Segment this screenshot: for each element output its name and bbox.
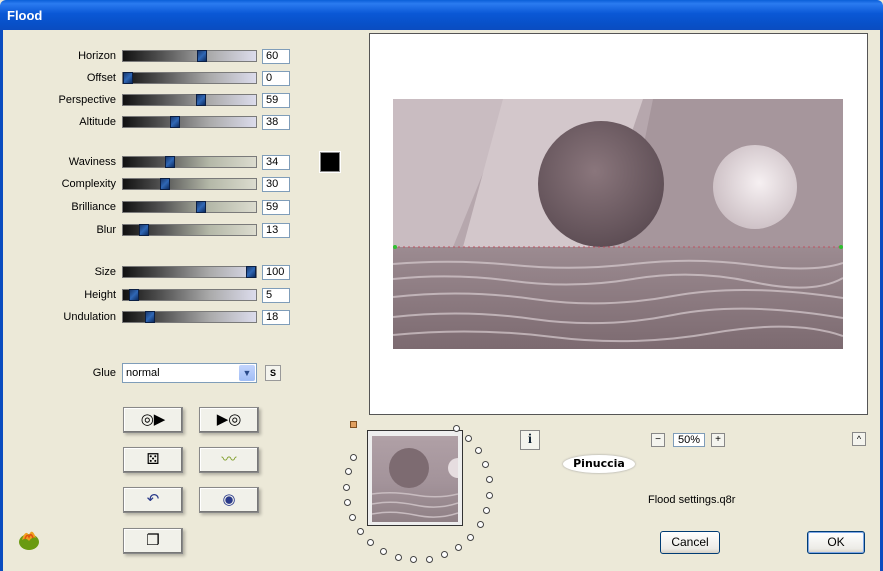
dial-dot[interactable]	[348, 514, 356, 522]
title-bar[interactable]: Flood	[0, 0, 883, 30]
complexity-slider[interactable]	[122, 178, 257, 190]
circle-icon: ◉	[222, 491, 236, 508]
size-slider[interactable]	[122, 266, 257, 278]
dial-dot[interactable]	[342, 483, 350, 491]
waviness-value-field[interactable]: 34	[262, 155, 290, 170]
dial-dot[interactable]	[486, 491, 494, 499]
altitude-value-field[interactable]: 38	[262, 115, 290, 130]
complexity-label: Complexity	[61, 178, 116, 190]
perspective-value-field[interactable]: 59	[262, 93, 290, 108]
dice-icon: ⚄	[146, 451, 160, 468]
blur-label: Blur	[96, 224, 116, 236]
glue-s-button[interactable]: S	[265, 365, 281, 381]
dial-dot[interactable]	[475, 447, 483, 455]
dial-dot[interactable]	[356, 527, 364, 535]
brilliance-value-field[interactable]: 59	[262, 200, 290, 215]
horizon-value-field[interactable]: 60	[262, 49, 290, 64]
preview-image[interactable]	[393, 99, 843, 349]
dial-dot[interactable]	[482, 460, 490, 468]
navigator-marker[interactable]	[350, 421, 357, 428]
altitude-slider[interactable]	[122, 116, 257, 128]
dial-dot[interactable]	[350, 453, 358, 461]
undulation-slider[interactable]	[122, 311, 257, 323]
dial-dot[interactable]	[465, 434, 473, 442]
horizon-slider-thumb[interactable]	[196, 50, 207, 62]
blur-slider[interactable]	[122, 224, 257, 236]
dial-dot[interactable]	[452, 425, 460, 433]
waviness-label: Waviness	[68, 156, 116, 168]
size-label: Size	[94, 266, 116, 278]
dial-dot[interactable]	[394, 553, 402, 561]
undulation-label: Undulation	[63, 311, 116, 323]
brilliance-slider-thumb[interactable]	[195, 201, 206, 213]
color-swatch[interactable]	[319, 151, 341, 173]
height-slider-thumb[interactable]	[129, 289, 140, 301]
perspective-slider-thumb[interactable]	[195, 94, 206, 106]
altitude-label: Altitude	[79, 116, 116, 128]
load-preset-button[interactable]: ◎▶	[123, 407, 183, 433]
glue-select[interactable]: normal ▼	[122, 363, 257, 383]
info-button[interactable]: i	[520, 430, 540, 450]
randomize-button[interactable]: ⚄	[123, 447, 183, 473]
copy-icon: ❐	[146, 532, 160, 549]
undo-button[interactable]: ↶	[123, 487, 183, 513]
undulation-slider-thumb[interactable]	[145, 311, 156, 323]
offset-slider-thumb[interactable]	[123, 72, 133, 84]
size-value-field[interactable]: 100	[262, 265, 290, 280]
author-logo: Pinuccia	[563, 455, 635, 473]
zoom-level: 50%	[673, 433, 705, 447]
altitude-slider-thumb[interactable]	[169, 116, 180, 128]
save-preset-button[interactable]: ▶◎	[199, 407, 259, 433]
wave-button[interactable]: 〰	[199, 447, 259, 473]
copy-button[interactable]: ❐	[123, 528, 183, 554]
complexity-slider-thumb[interactable]	[159, 178, 170, 190]
blur-value-field[interactable]: 13	[262, 223, 290, 238]
zoom-in-button[interactable]: +	[711, 433, 725, 447]
brilliance-slider[interactable]	[122, 201, 257, 213]
undo-icon: ↶	[146, 491, 160, 508]
complexity-value-field[interactable]: 30	[262, 177, 290, 192]
collapse-button[interactable]: ^	[852, 432, 866, 446]
blur-slider-thumb[interactable]	[138, 224, 149, 236]
ok-button[interactable]: OK	[807, 531, 865, 554]
waviness-slider-thumb[interactable]	[164, 156, 175, 168]
perspective-slider[interactable]	[122, 94, 257, 106]
brilliance-label: Brilliance	[71, 201, 116, 213]
reset-button[interactable]: ◉	[199, 487, 259, 513]
size-slider-thumb[interactable]	[246, 266, 256, 278]
offset-label: Offset	[86, 72, 116, 84]
offset-slider[interactable]	[122, 72, 257, 84]
disc-play-icon: ◎▶	[140, 411, 166, 428]
app-logo-icon	[16, 526, 42, 552]
horizon-slider[interactable]	[122, 50, 257, 62]
height-label: Height	[84, 289, 116, 301]
dial-dot[interactable]	[476, 521, 484, 529]
settings-filename: Flood settings.q8r	[648, 494, 736, 506]
navigator-thumbnail[interactable]	[371, 436, 468, 522]
dial-dot[interactable]	[426, 555, 434, 563]
dial-dot[interactable]	[485, 476, 493, 484]
height-value-field[interactable]: 5	[262, 288, 290, 303]
perspective-label: Perspective	[58, 94, 116, 106]
dial-dot[interactable]	[344, 468, 352, 476]
zoom-out-button[interactable]: −	[651, 433, 665, 447]
glue-value: normal	[126, 367, 160, 379]
play-disc-icon: ▶◎	[216, 411, 242, 428]
cancel-button[interactable]: Cancel	[660, 531, 720, 554]
undulation-value-field[interactable]: 18	[262, 310, 290, 325]
horizon-label: Horizon	[78, 50, 116, 62]
window-title: Flood	[7, 8, 43, 23]
wave-icon: 〰	[221, 451, 237, 468]
height-slider[interactable]	[122, 289, 257, 301]
offset-value-field[interactable]: 0	[262, 71, 290, 86]
glue-label: Glue	[92, 367, 116, 379]
chevron-down-icon[interactable]: ▼	[239, 365, 255, 381]
waviness-slider[interactable]	[122, 156, 257, 168]
